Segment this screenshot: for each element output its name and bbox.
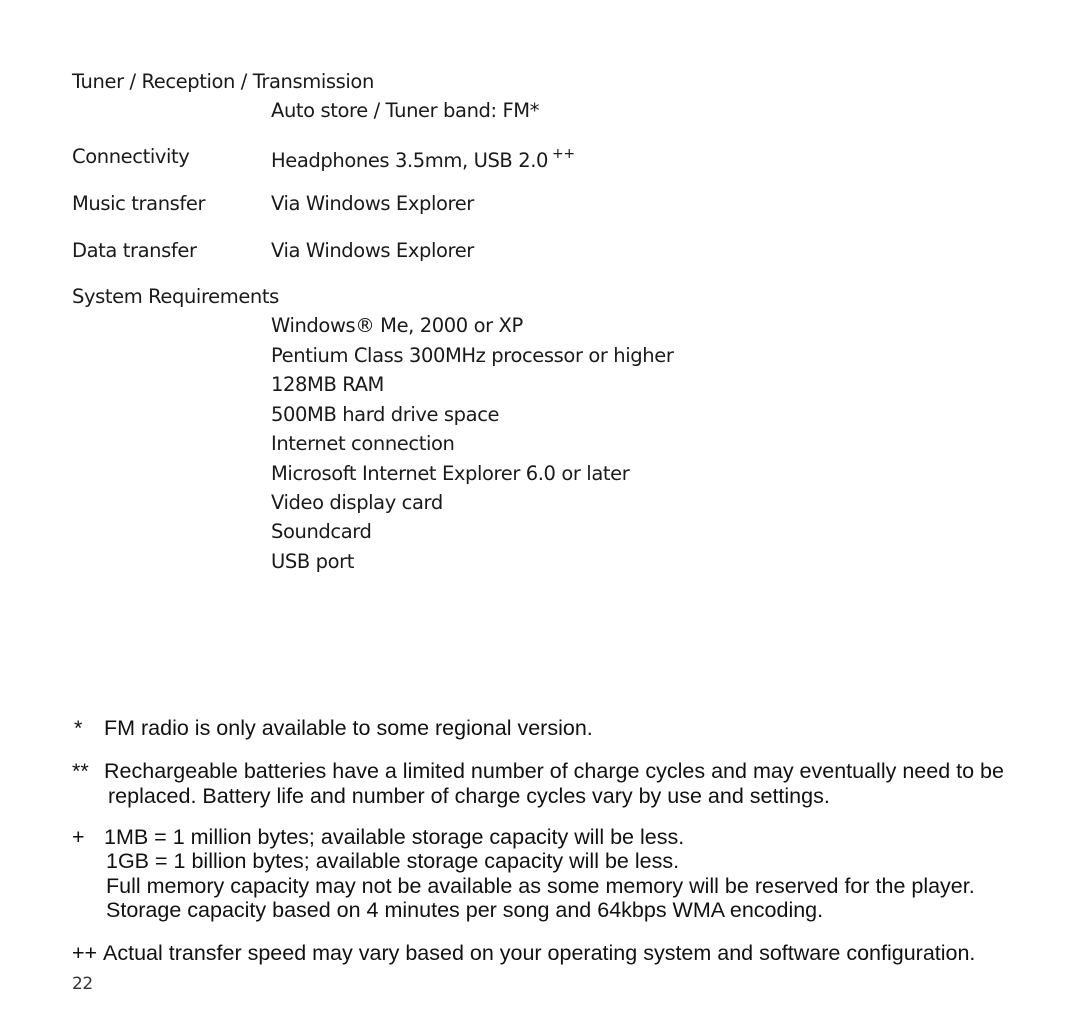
spec-label-data-transfer: Data transfer <box>72 239 197 262</box>
footnote-symbol: + <box>72 825 85 849</box>
footnote-line: FM radio is only available to some regio… <box>104 716 593 740</box>
spec-label-connectivity: Connectivity <box>72 145 190 168</box>
requirement-item: Soundcard <box>271 520 372 543</box>
footnote-line: Actual transfer speed may vary based on … <box>103 941 976 965</box>
spec-value-music-transfer: Via Windows Explorer <box>271 192 474 215</box>
spec-value-connectivity-text: Headphones 3.5mm, USB 2.0 <box>271 149 549 172</box>
footnote-line: Rechargeable batteries have a limited nu… <box>104 759 1004 783</box>
spec-value-tuner: Auto store / Tuner band: FM* <box>271 99 540 122</box>
footnote-line: 1GB = 1 billion bytes; available storage… <box>106 849 680 873</box>
requirement-item: Internet connection <box>271 432 455 455</box>
requirement-item: Windows® Me, 2000 or XP <box>271 314 523 337</box>
footnote-line: Full memory capacity may not be availabl… <box>106 874 975 898</box>
footnote-symbol: ++ <box>72 941 98 965</box>
requirement-item: USB port <box>271 549 354 573</box>
spec-label-tuner: Tuner / Reception / Transmission <box>72 70 374 93</box>
requirement-item: Microsoft Internet Explorer 6.0 or later <box>271 461 630 485</box>
requirement-item: 500MB hard drive space <box>271 402 500 426</box>
footnote-symbol: * <box>74 716 83 740</box>
footnote-line: Storage capacity based on 4 minutes per … <box>106 898 824 922</box>
page-number: 22 <box>72 974 93 994</box>
requirement-item: Video display card <box>271 491 443 514</box>
spec-label-music-transfer: Music transfer <box>72 192 206 215</box>
footnote-symbol: ** <box>72 759 89 783</box>
footnote-line: replaced. Battery life and number of cha… <box>108 784 830 808</box>
spec-value-connectivity: Headphones 3.5mm, USB 2.0 ++ <box>271 147 575 171</box>
footnote-line: 1MB = 1 million bytes; available storage… <box>104 825 685 849</box>
spec-value-data-transfer: Via Windows Explorer <box>271 239 474 262</box>
requirement-item: 128MB RAM <box>271 373 384 396</box>
requirement-item: Pentium Class 300MHz processor or higher <box>271 343 674 367</box>
footnote-reference-mark: ++ <box>552 146 575 162</box>
spec-label-system-requirements: System Requirements <box>72 285 279 308</box>
